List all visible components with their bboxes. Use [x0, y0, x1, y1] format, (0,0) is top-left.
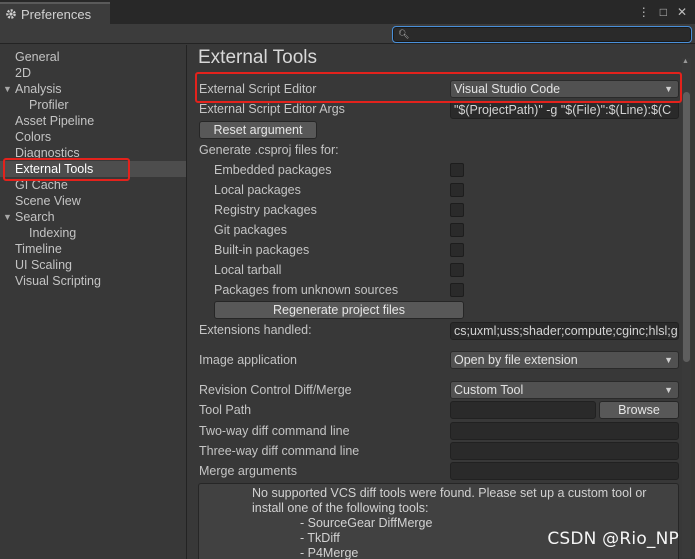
scroll-up-icon[interactable]: ▲ — [682, 58, 689, 65]
sidebar-item-ui-scaling[interactable]: UI Scaling — [0, 257, 186, 273]
tab-title: Preferences — [21, 6, 92, 22]
sidebar-item-indexing[interactable]: Indexing — [0, 225, 186, 241]
unknown-sources-checkbox[interactable] — [450, 283, 464, 297]
sidebar-item-label: Visual Scripting — [15, 274, 101, 288]
tool-path-label: Tool Path — [199, 403, 252, 417]
git-packages-checkbox[interactable] — [450, 223, 464, 237]
three-way-diff-label: Three-way diff command line — [199, 444, 360, 458]
merge-arguments-input[interactable] — [450, 462, 679, 480]
revision-control-dropdown[interactable]: Custom Tool ▼ — [450, 381, 679, 399]
package-label: Embedded packages — [214, 163, 332, 177]
extensions-input[interactable]: cs;uxml;uss;shader;compute;cginc;hlsl;g — [450, 322, 679, 340]
search-icon: 🔍︎ — [398, 29, 410, 39]
sidebar-item-label: GI Cache — [15, 178, 68, 192]
help-tool-item: - P4Merge — [300, 546, 359, 559]
help-tool-item: - TkDiff — [300, 531, 340, 545]
three-way-diff-input[interactable] — [450, 442, 679, 460]
watermark: CSDN @Rio_NP — [547, 529, 679, 549]
sidebar-item-colors[interactable]: Colors — [0, 129, 186, 145]
chevron-down-icon: ▼ — [664, 355, 673, 365]
sidebar-item-visual-scripting[interactable]: Visual Scripting — [0, 273, 186, 289]
sidebar-item-label: UI Scaling — [15, 258, 72, 272]
embedded-packages-checkbox[interactable] — [450, 163, 464, 177]
sidebar-item-2d[interactable]: 2D — [0, 65, 186, 81]
sidebar-item-label: Colors — [15, 130, 52, 144]
sidebar-item-diagnostics[interactable]: Diagnostics — [0, 145, 186, 161]
two-way-diff-input[interactable] — [450, 422, 679, 440]
maximize-icon[interactable]: □ — [660, 5, 667, 19]
sidebar-item-scene-view[interactable]: Scene View — [0, 193, 186, 209]
chevron-down-icon: ▼ — [664, 84, 673, 94]
script-editor-value: Visual Studio Code — [454, 82, 561, 96]
sidebar-item-label: Search — [15, 210, 55, 224]
scrollbar[interactable]: ▲ — [682, 58, 691, 558]
sidebar-item-label: General — [15, 50, 60, 64]
script-editor-label: External Script Editor — [199, 82, 317, 96]
sidebar-item-label: Diagnostics — [15, 146, 80, 160]
script-args-label: External Script Editor Args — [199, 102, 345, 116]
sidebar-item-label: Profiler — [29, 98, 69, 112]
sidebar-item-gi-cache[interactable]: GI Cache — [0, 177, 186, 193]
sidebar-item-asset-pipeline[interactable]: Asset Pipeline — [0, 113, 186, 129]
page-title: External Tools — [198, 47, 317, 68]
sidebar-item-label: Analysis — [15, 82, 62, 96]
title-bar: Preferences ⋮ □ ✕ — [0, 0, 695, 24]
reset-argument-button[interactable]: Reset argument — [199, 121, 317, 139]
image-app-value: Open by file extension — [454, 353, 578, 367]
sidebar-item-label: Timeline — [15, 242, 62, 256]
scrollbar-thumb[interactable] — [683, 92, 690, 362]
sidebar-item-label: 2D — [15, 66, 31, 80]
expand-arrow-icon[interactable]: ▼ — [3, 209, 12, 225]
sidebar-item-label: Indexing — [29, 226, 77, 240]
package-label: Local packages — [214, 183, 301, 197]
sidebar-item-analysis[interactable]: ▼ Analysis — [0, 81, 186, 97]
search-row: 🔍︎ — [0, 24, 695, 44]
image-app-label: Image application — [199, 353, 297, 367]
search-input[interactable]: 🔍︎ — [392, 26, 692, 43]
regenerate-project-files-button[interactable]: Regenerate project files — [214, 301, 464, 319]
sidebar-item-search[interactable]: ▼ Search — [0, 209, 186, 225]
browse-button[interactable]: Browse — [599, 401, 679, 419]
csproj-heading: Generate .csproj files for: — [199, 143, 339, 157]
sidebar-item-external-tools[interactable]: External Tools — [0, 161, 186, 177]
image-app-dropdown[interactable]: Open by file extension ▼ — [450, 351, 679, 369]
more-options-icon[interactable]: ⋮ — [638, 5, 650, 19]
local-tarball-checkbox[interactable] — [450, 263, 464, 277]
help-text: No supported VCS diff tools were found. … — [252, 486, 647, 515]
close-icon[interactable]: ✕ — [677, 5, 687, 19]
package-label: Built-in packages — [214, 243, 310, 257]
help-tool-item: - SourceGear DiffMerge — [300, 516, 433, 530]
package-label: Git packages — [214, 223, 287, 237]
tool-path-input[interactable] — [450, 401, 596, 419]
preferences-tab[interactable]: Preferences — [0, 2, 110, 24]
sidebar: General 2D ▼ Analysis Profiler Asset Pipe… — [0, 45, 187, 559]
built-in-packages-checkbox[interactable] — [450, 243, 464, 257]
expand-arrow-icon[interactable]: ▼ — [3, 81, 12, 97]
sidebar-item-label: Scene View — [15, 194, 81, 208]
two-way-diff-label: Two-way diff command line — [199, 424, 350, 438]
sidebar-item-timeline[interactable]: Timeline — [0, 241, 186, 257]
main-panel: External Tools External Script Editor Vi… — [188, 45, 695, 559]
registry-packages-checkbox[interactable] — [450, 203, 464, 217]
sidebar-item-label: External Tools — [15, 162, 94, 176]
sidebar-item-general[interactable]: General — [0, 49, 186, 65]
script-args-input[interactable]: "$(ProjectPath)" -g "$(File)":$(Line):$(… — [450, 101, 679, 119]
package-label: Packages from unknown sources — [214, 283, 399, 297]
sidebar-item-profiler[interactable]: Profiler — [0, 97, 186, 113]
extensions-label: Extensions handled: — [199, 323, 312, 337]
package-label: Local tarball — [214, 263, 282, 277]
gear-icon — [6, 9, 16, 19]
revision-control-label: Revision Control Diff/Merge — [199, 383, 352, 397]
merge-arguments-label: Merge arguments — [199, 464, 297, 478]
script-editor-dropdown[interactable]: Visual Studio Code ▼ — [450, 80, 679, 98]
chevron-down-icon: ▼ — [664, 385, 673, 395]
local-packages-checkbox[interactable] — [450, 183, 464, 197]
revision-control-value: Custom Tool — [454, 383, 524, 397]
sidebar-item-label: Asset Pipeline — [15, 114, 95, 128]
package-label: Registry packages — [214, 203, 317, 217]
